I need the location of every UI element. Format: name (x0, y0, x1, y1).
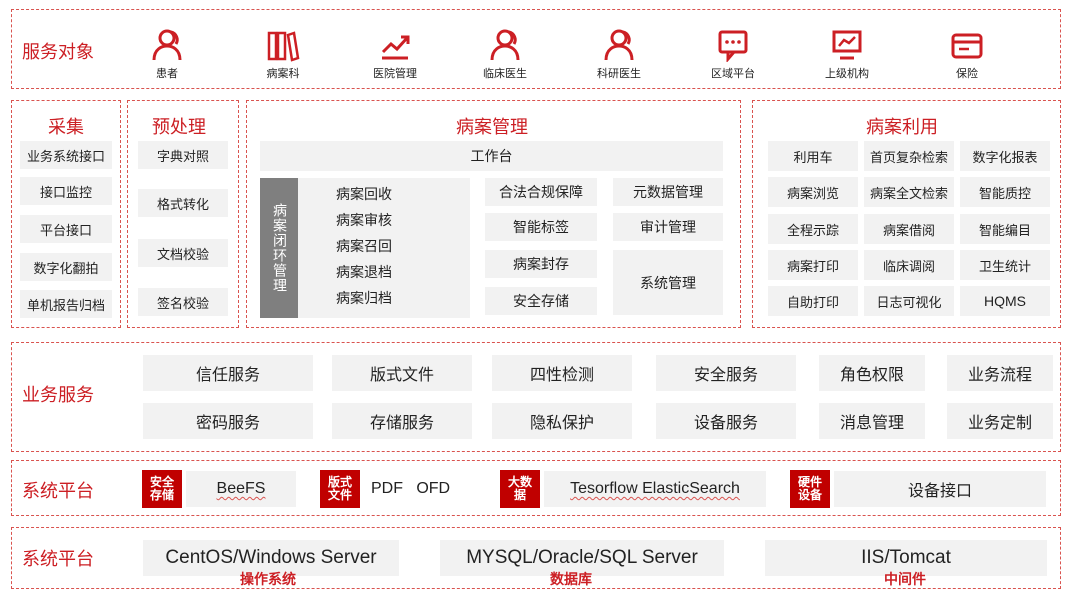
record-mgmt-item: 病案封存 (485, 250, 597, 278)
record-use-item: 数字化报表 (960, 141, 1050, 171)
biz-service-item: 存储服务 (332, 403, 472, 439)
record-use-item: 卫生统计 (960, 250, 1050, 280)
platform-tag: 版式 文件 (320, 470, 360, 508)
platform-tag: 大数据 (500, 470, 540, 508)
record-mgmt-title: 病案管理 (456, 117, 528, 138)
biz-services-title: 业务服务 (22, 385, 94, 406)
biz-service-item: 隐私保护 (492, 403, 632, 439)
record-loop-item: 病案召回 (336, 239, 392, 255)
books-icon (267, 31, 300, 62)
record-mgmt-item: 安全存储 (485, 287, 597, 315)
person-icon (152, 29, 182, 61)
workbench: 工作台 (260, 141, 723, 171)
record-mgmt-item: 系统管理 (613, 250, 723, 315)
service-target-insurance: 保险 (922, 28, 1012, 81)
record-use-title: 病案利用 (866, 117, 938, 138)
service-target-label: 临床医生 (483, 67, 527, 80)
record-use-item: 智能质控 (960, 177, 1050, 207)
record-loop-item: 病案回收 (336, 187, 392, 203)
platform-title-2: 系统平台 (22, 549, 94, 570)
service-target-label: 区域平台 (711, 67, 755, 80)
biz-service-item: 版式文件 (332, 355, 472, 391)
collect-item: 数字化翻拍 (20, 253, 112, 281)
platform-tag: 安全 存储 (142, 470, 182, 508)
platform-title-1: 系统平台 (22, 481, 94, 502)
platform-os-label: 操作系统 (240, 572, 296, 588)
collect-item: 单机报告归档 (20, 290, 112, 318)
biz-service-item: 业务定制 (947, 403, 1053, 439)
card-icon (951, 33, 983, 59)
preprocess-title: 预处理 (152, 117, 206, 138)
preprocess-item: 文档校验 (138, 239, 228, 267)
service-targets-title: 服务对象 (22, 42, 94, 63)
preprocess-item: 签名校验 (138, 288, 228, 316)
record-mgmt-item: 智能标签 (485, 213, 597, 241)
biz-service-item: 四性检测 (492, 355, 632, 391)
chart-icon (381, 35, 410, 60)
monitor-chart-icon (832, 30, 862, 60)
platform-db-label: 数据库 (550, 572, 592, 588)
record-use-item: 临床调阅 (864, 250, 954, 280)
service-target-label: 科研医生 (597, 67, 641, 80)
collect-item: 接口监控 (20, 177, 112, 205)
record-loop-item: 病案审核 (336, 213, 392, 229)
platform-content-text: PDF OFD (371, 480, 451, 497)
service-target-label: 病案科 (266, 67, 300, 80)
service-target-label: 患者 (156, 67, 178, 80)
biz-service-item: 安全服务 (656, 355, 796, 391)
service-target-label: 医院管理 (373, 67, 417, 80)
biz-service-item: 设备服务 (656, 403, 796, 439)
chat-screen-icon (718, 30, 748, 62)
service-target-label: 上级机构 (825, 67, 869, 80)
service-target-label: 保险 (956, 67, 978, 80)
record-use-item: 病案全文检索 (864, 177, 954, 207)
record-use-item: 利用车 (768, 141, 858, 171)
preprocess-item: 字典对照 (138, 141, 228, 169)
record-use-item: 智能编目 (960, 214, 1050, 244)
record-use-item: 全程示踪 (768, 214, 858, 244)
biz-service-item: 密码服务 (143, 403, 313, 439)
biz-service-item: 信任服务 (143, 355, 313, 391)
person-icon (604, 29, 634, 61)
service-target-regional-platform: 区域平台 (688, 28, 778, 81)
record-use-item: HQMS (960, 286, 1050, 316)
record-use-item: 日志可视化 (864, 286, 954, 316)
record-mgmt-item: 元数据管理 (613, 178, 723, 206)
collect-title: 采集 (48, 117, 84, 138)
record-use-item: 病案借阅 (864, 214, 954, 244)
platform-tag: 硬件 设备 (790, 470, 830, 508)
service-target-hospital-mgmt: 医院管理 (350, 28, 440, 81)
record-mgmt-item: 合法合规保障 (485, 178, 597, 206)
record-loop-item: 病案退档 (336, 265, 392, 281)
person-icon (490, 29, 520, 61)
biz-service-item: 业务流程 (947, 355, 1053, 391)
record-use-item: 自助打印 (768, 286, 858, 316)
record-use-item: 首页复杂检索 (864, 141, 954, 171)
platform-content-text: Tesorflow ElasticSearch (570, 480, 740, 497)
service-target-superior-org: 上级机构 (802, 28, 892, 81)
record-loop-label: 病案闭环管理 (260, 178, 298, 318)
service-target-records-dept: 病案科 (238, 28, 328, 81)
platform-content: Tesorflow ElasticSearch (544, 471, 766, 507)
record-use-item: 病案浏览 (768, 177, 858, 207)
record-loop-item: 病案归档 (336, 291, 392, 307)
service-target-researcher: 科研医生 (574, 28, 664, 81)
collect-item: 业务系统接口 (20, 141, 112, 169)
platform-content: 设备接口 (834, 471, 1046, 507)
preprocess-item: 格式转化 (138, 189, 228, 217)
biz-service-item: 角色权限 (819, 355, 925, 391)
platform-content: BeeFS (186, 471, 296, 507)
platform-content-text: BeeFS (216, 480, 266, 497)
platform-middleware-label: 中间件 (884, 572, 926, 588)
record-use-item: 病案打印 (768, 250, 858, 280)
biz-service-item: 消息管理 (819, 403, 925, 439)
service-target-clinician: 临床医生 (460, 28, 550, 81)
record-mgmt-item: 审计管理 (613, 213, 723, 241)
collect-item: 平台接口 (20, 215, 112, 243)
service-target-patient: 患者 (122, 28, 212, 81)
